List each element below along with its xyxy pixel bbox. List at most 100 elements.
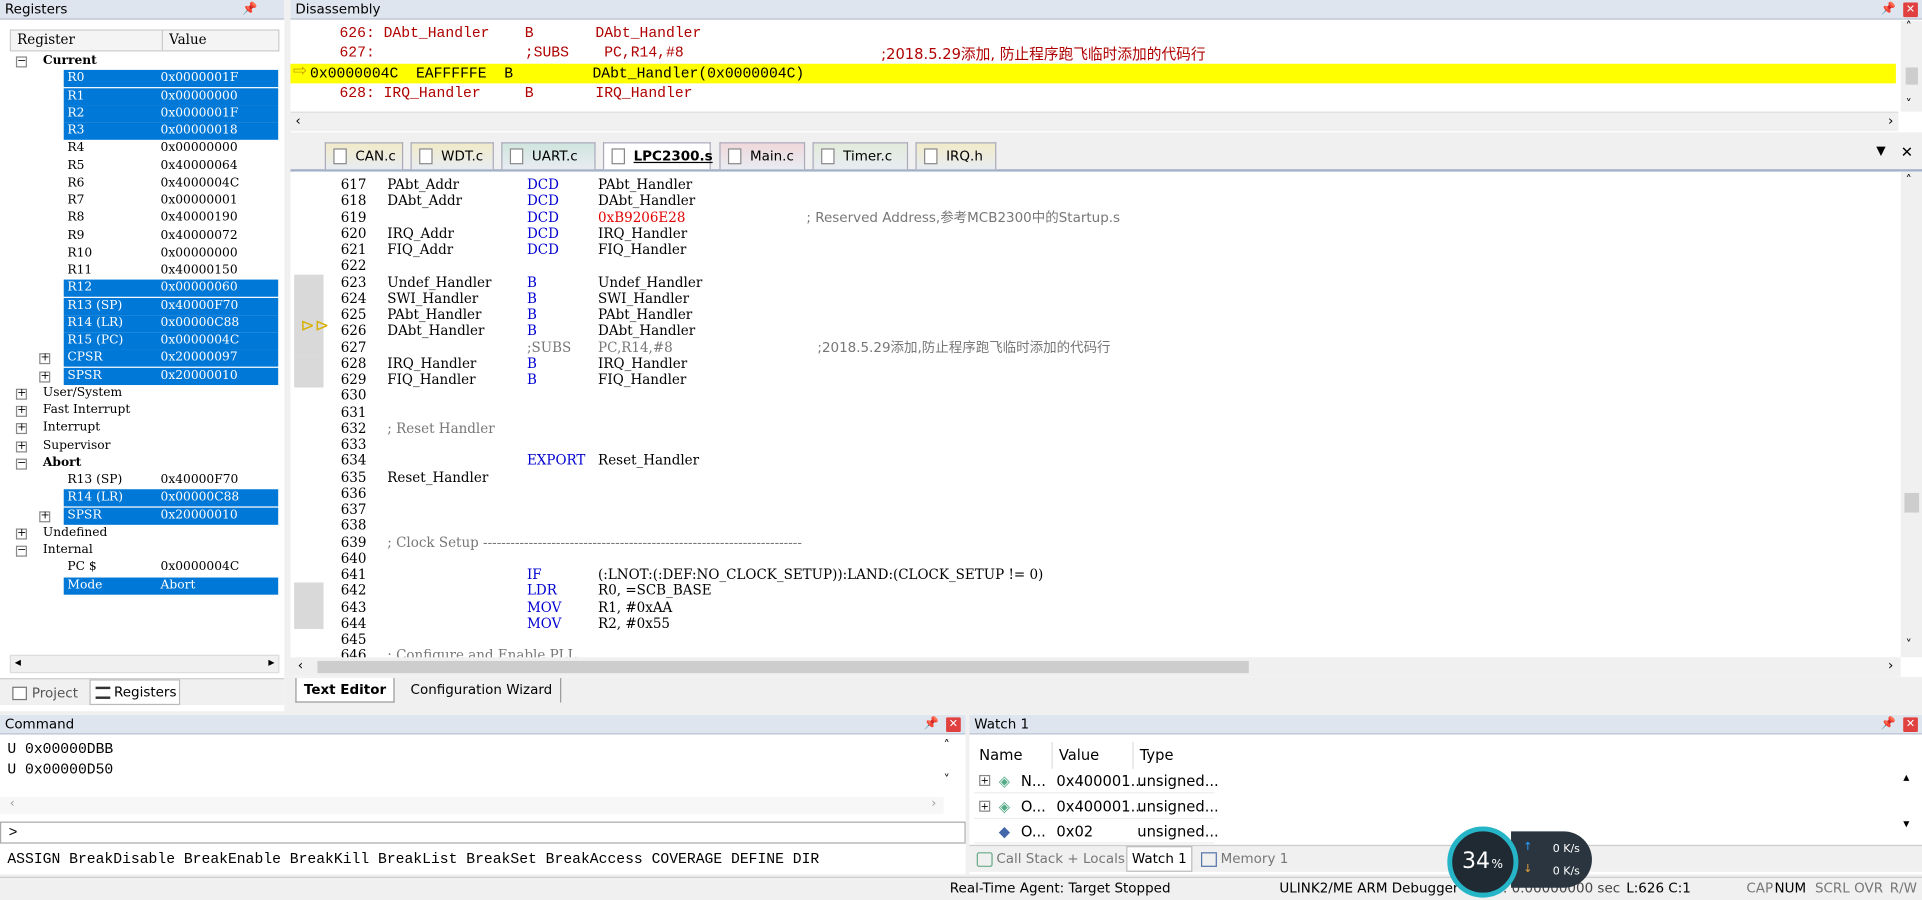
command-vscroll[interactable]: ˄ ˅: [944, 737, 964, 803]
tab-irq-h[interactable]: IRQ.h: [915, 142, 997, 170]
tab-list-dropdown-icon[interactable]: ▼: [1876, 145, 1885, 158]
load-percent: 34: [1462, 848, 1491, 875]
watch-vscroll[interactable]: ▴ ▾: [1903, 771, 1920, 842]
file-icon: [611, 148, 626, 165]
file-icon: [333, 148, 347, 165]
tab-lpc2300-s[interactable]: LPC2300.s: [602, 142, 713, 170]
tab-text-editor[interactable]: Text Editor: [295, 678, 395, 703]
disassembly-title-bar: Disassembly 📌 ✕: [290, 0, 1922, 20]
col-type[interactable]: Type: [1132, 741, 1173, 769]
project-icon: [12, 686, 27, 701]
tab-registers[interactable]: Registers: [89, 679, 181, 706]
watch-header: Name Value Type: [974, 741, 1214, 769]
status-debugger: ULINK2/ME ARM Debugger: [1279, 880, 1459, 897]
tab-project[interactable]: Project: [10, 682, 78, 705]
command-output-line: U 0x00000DBB: [7, 740, 114, 758]
registers-header: Register Value: [9, 29, 280, 52]
current-pc-arrow-icon: ⇨: [292, 61, 308, 81]
status-position: L:626 C:1: [1626, 880, 1691, 897]
status-rw: R/W: [1889, 880, 1917, 897]
expand-toggle-icon[interactable]: +: [15, 528, 27, 540]
disasm-current-line[interactable]: ⇨ 0x0000004C EAFFFFFE B DAbt_Handler(0x0…: [290, 61, 1896, 84]
expand-toggle-icon[interactable]: +: [39, 370, 51, 382]
close-icon[interactable]: ✕: [1903, 717, 1918, 733]
tab-wdt-c[interactable]: WDT.c: [410, 142, 494, 170]
registers-tree: − Current R0 0x0000001F R1 0x00000000 R2 0x0000…: [0, 53, 284, 654]
command-input[interactable]: >: [0, 821, 966, 844]
tab-uart-c[interactable]: UART.c: [501, 142, 596, 170]
disasm-line-626[interactable]: 626: DAbt_Handler B DAbt_Handler: [339, 25, 701, 42]
watch-row[interactable]: ◆ O... 0x02 unsigned...: [974, 819, 1219, 844]
variable-icon: ◈: [998, 797, 1011, 815]
pin-icon[interactable]: 📌: [1881, 715, 1896, 735]
code-area[interactable]: 617 PAbt_Addr DCD PAbt_Handler 618 DAbt_Addr D…: [290, 177, 1895, 664]
col-value[interactable]: Value: [161, 30, 207, 51]
editor-bottom-tabs: Text Editor Configuration Wizard: [290, 678, 1922, 706]
expand-toggle-icon[interactable]: +: [15, 440, 27, 452]
expand-toggle-icon[interactable]: −: [15, 458, 27, 470]
file-icon: [509, 148, 524, 165]
disasm-line-628[interactable]: 628: IRQ_Handler B IRQ_Handler: [339, 85, 692, 102]
expand-toggle-icon[interactable]: +: [15, 423, 27, 435]
tab-main-c[interactable]: Main.c: [719, 142, 806, 170]
tab-call-stack[interactable]: Call Stack + Locals: [974, 849, 1125, 871]
load-percent-unit: %: [1491, 858, 1504, 872]
col-name[interactable]: Name: [979, 742, 1022, 769]
close-tab-icon[interactable]: ✕: [1901, 143, 1913, 160]
command-hscroll[interactable]: ‹ ›: [0, 797, 944, 815]
pin-icon[interactable]: 📌: [1881, 0, 1896, 20]
command-title-bar: Command 📌 ✕: [0, 714, 966, 735]
editor-vscroll[interactable]: ˄ ˅: [1900, 171, 1922, 658]
pin-icon[interactable]: 📌: [923, 715, 938, 735]
uvision-window: Registers 📌 Register Value − Current R0 0x00…: [0, 0, 1922, 900]
status-ovr: OVR: [1854, 880, 1884, 897]
col-value[interactable]: Value: [1051, 741, 1099, 769]
registers-hscroll[interactable]: ◂ ▸: [9, 654, 280, 674]
tab-timer-c[interactable]: Timer.c: [812, 142, 909, 170]
tab-watch-1[interactable]: Watch 1: [1126, 846, 1193, 872]
registers-title: Registers: [4, 1, 68, 18]
registers-icon: [95, 686, 111, 699]
command-pane: Command 📌 ✕ U 0x00000DBB U 0x00000D50 ˄ ˅ ‹…: [0, 714, 966, 875]
file-icon: [821, 148, 835, 165]
status-num: NUM: [1774, 880, 1807, 897]
tab-memory-1[interactable]: Memory 1: [1199, 849, 1288, 871]
command-title: Command: [4, 716, 75, 733]
editor-hscroll[interactable]: ‹ ›: [290, 657, 1901, 677]
call-stack-icon: [976, 852, 993, 867]
registers-bottom-tabs: Project Registers: [0, 678, 285, 706]
download-arrow-icon: ↓: [1523, 863, 1533, 876]
expand-toggle-icon[interactable]: +: [979, 800, 991, 812]
disassembly-pane: Disassembly 📌 ✕ 626: DAbt_Handler B DAbt_H…: [290, 0, 1922, 133]
expand-toggle-icon[interactable]: +: [15, 405, 27, 417]
watch-title-bar: Watch 1 📌 ✕: [969, 714, 1922, 735]
upload-speed: 0 K/s: [1552, 843, 1580, 856]
expand-toggle-icon[interactable]: +: [979, 774, 991, 786]
expand-toggle-icon[interactable]: +: [39, 353, 51, 365]
expand-toggle-icon[interactable]: +: [39, 510, 51, 522]
expand-toggle-icon[interactable]: −: [15, 56, 27, 68]
disasm-hscroll[interactable]: ‹ ›: [290, 111, 1899, 132]
disasm-vscroll[interactable]: ˄ ˅: [1900, 20, 1922, 112]
disasm-comment: ;2018.5.29添加, 防止程序跑飞临时添加的代码行: [881, 45, 1206, 63]
disasm-line-627[interactable]: 627: ;SUBS PC,R14,#8: [339, 44, 683, 61]
memory-icon: [1200, 852, 1217, 867]
close-icon[interactable]: ✕: [1903, 2, 1918, 18]
tab-configuration-wizard[interactable]: Configuration Wizard: [403, 678, 561, 703]
tab-can-c[interactable]: CAN.c: [324, 142, 404, 170]
status-scrl: SCRL: [1814, 880, 1850, 897]
file-icon: [924, 148, 938, 165]
command-prompt: >: [8, 824, 18, 842]
upload-arrow-icon: ↑: [1523, 841, 1533, 854]
variable-icon: ◆: [998, 822, 1011, 840]
expand-toggle-icon[interactable]: +: [15, 388, 27, 400]
command-hints: ASSIGN BreakDisable BreakEnable BreakKil…: [7, 850, 820, 869]
pin-icon[interactable]: 📌: [242, 0, 257, 20]
network-speed-widget[interactable]: 34 % ↑ ↓ 0 K/s 0 K/s: [1447, 822, 1594, 900]
watch-row[interactable]: + ◈ N... 0x400001... unsigned...: [974, 769, 1219, 794]
close-icon[interactable]: ✕: [946, 717, 961, 733]
watch-row[interactable]: + ◈ O... 0x400001... unsigned...: [974, 794, 1219, 819]
file-icon: [727, 148, 742, 165]
expand-toggle-icon[interactable]: −: [15, 545, 27, 557]
col-register[interactable]: Register: [17, 31, 75, 51]
